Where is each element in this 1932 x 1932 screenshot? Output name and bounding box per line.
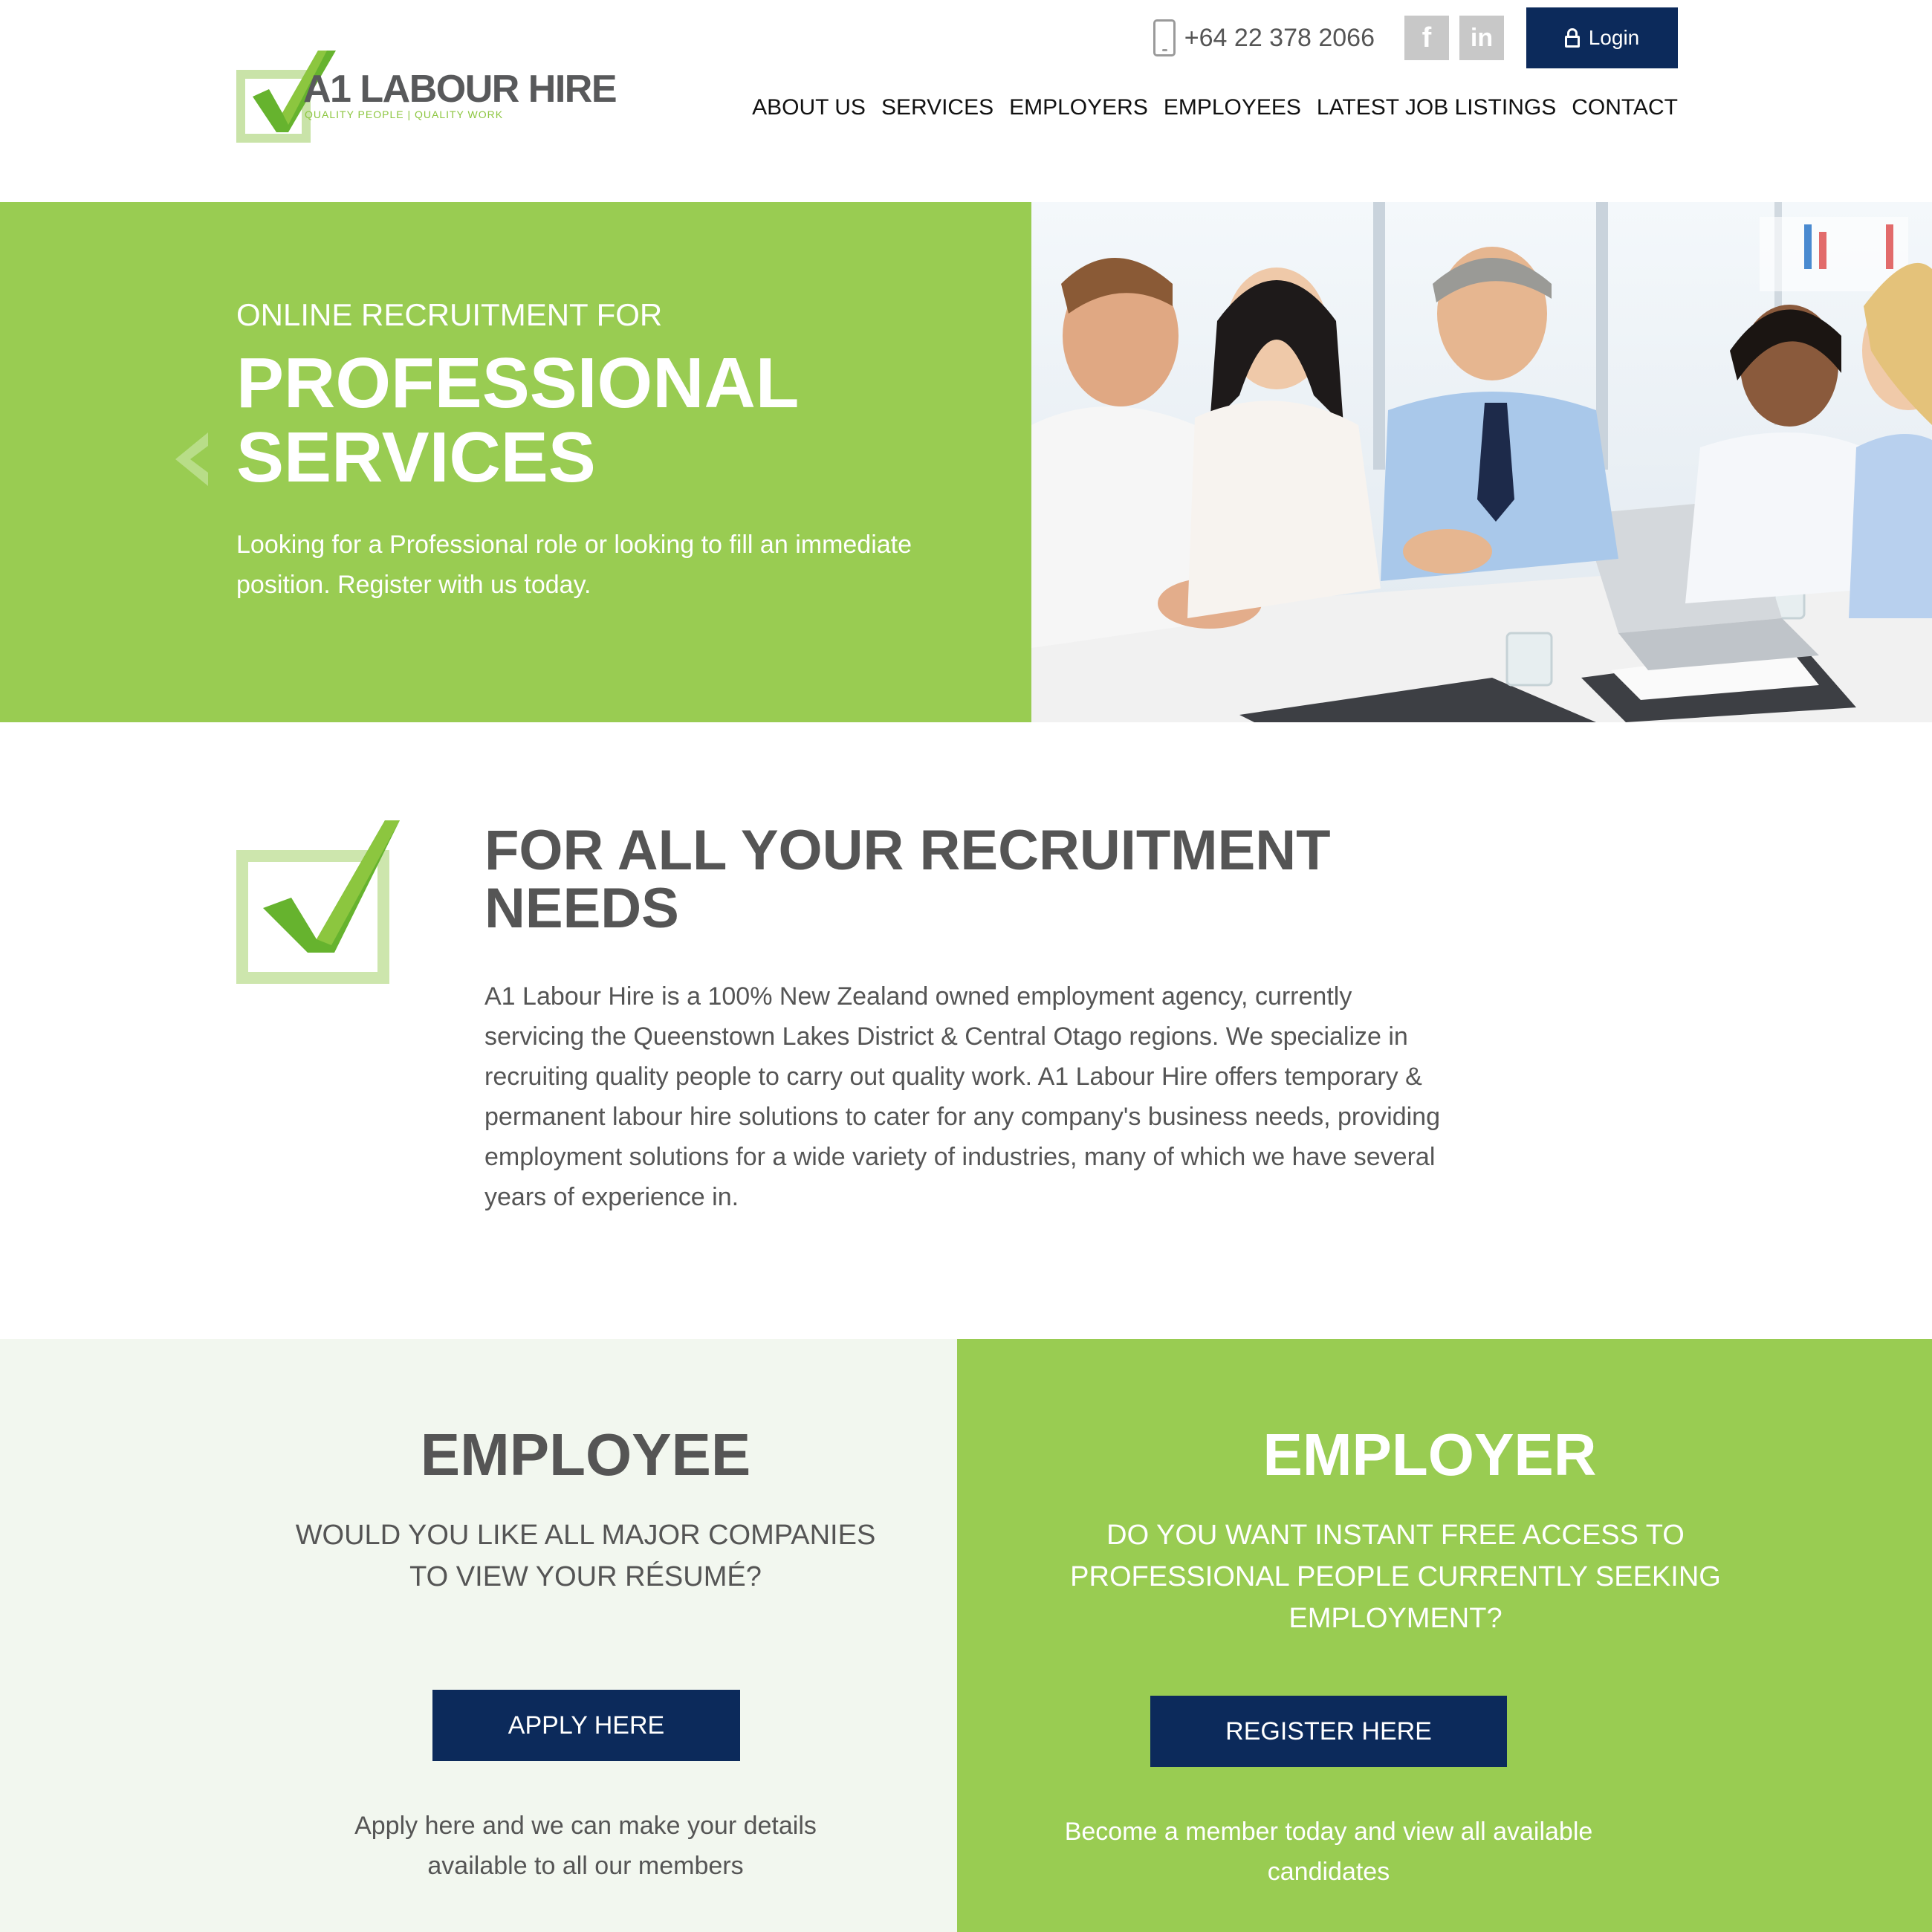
- facebook-icon[interactable]: f: [1404, 16, 1449, 60]
- logo-tagline: QUALITY PEOPLE | QUALITY WORK: [305, 108, 504, 120]
- nav-employers[interactable]: EMPLOYERS: [1009, 95, 1148, 120]
- about-section: FOR ALL YOUR RECRUITMENT NEEDS A1 Labour…: [0, 722, 1932, 1339]
- employer-question: DO YOU WANT INSTANT FREE ACCESS TO PROFE…: [1070, 1520, 1721, 1634]
- phone-number: +64 22 378 2066: [1184, 23, 1375, 52]
- lock-icon: [1564, 28, 1580, 48]
- hero-subtitle: ONLINE RECRUITMENT FOR: [236, 297, 663, 332]
- meeting-photo-illustration: [1031, 202, 1932, 722]
- slider-prev-arrow-icon[interactable]: [175, 432, 211, 486]
- hero-title: PROFESSIONAL SERVICES: [236, 346, 799, 495]
- hero-image-business-meeting: [1031, 202, 1932, 722]
- checkbox-check-icon: [236, 820, 400, 984]
- main-nav: ABOUT US SERVICES EMPLOYERS EMPLOYEES LA…: [736, 95, 1678, 120]
- site-header: A1 LABOUR HIRE QUALITY PEOPLE | QUALITY …: [0, 0, 1932, 202]
- linkedin-icon[interactable]: in: [1459, 16, 1504, 60]
- logo[interactable]: A1 LABOUR HIRE QUALITY PEOPLE | QUALITY …: [236, 51, 617, 143]
- logo-title: A1 LABOUR HIRE: [303, 68, 617, 111]
- hero-description: Looking for a Professional role or looki…: [236, 531, 912, 599]
- nav-services[interactable]: SERVICES: [881, 95, 993, 120]
- about-text: A1 Labour Hire is a 100% New Zealand own…: [484, 982, 1440, 1211]
- register-here-button[interactable]: REGISTER HERE: [1150, 1696, 1507, 1767]
- nav-about-us[interactable]: ABOUT US: [752, 95, 866, 120]
- hero-title-line-2: SERVICES: [236, 418, 596, 497]
- hero-title-line-1: PROFESSIONAL: [236, 343, 800, 423]
- login-button[interactable]: Login: [1526, 7, 1678, 68]
- nav-employees[interactable]: EMPLOYEES: [1164, 95, 1301, 120]
- employer-description: Become a member today and view all avail…: [1064, 1818, 1593, 1886]
- employee-description: Apply here and we can make your details …: [354, 1812, 817, 1880]
- top-bar: +64 22 378 2066 f in Login: [1153, 7, 1678, 68]
- apply-here-button[interactable]: APPLY HERE: [432, 1690, 740, 1761]
- employer-panel: EMPLOYER DO YOU WANT INSTANT FREE ACCESS…: [957, 1339, 1932, 1932]
- login-label: Login: [1588, 26, 1640, 49]
- employee-question: WOULD YOU LIKE ALL MAJOR COMPANIES TO VI…: [295, 1520, 876, 1592]
- employer-title: EMPLOYER: [1262, 1422, 1597, 1488]
- nav-contact[interactable]: CONTACT: [1572, 95, 1678, 120]
- phone-icon: [1153, 19, 1176, 56]
- about-title: FOR ALL YOUR RECRUITMENT NEEDS: [484, 819, 1331, 940]
- hero-slider: ONLINE RECRUITMENT FOR PROFESSIONAL SERV…: [0, 202, 1932, 722]
- phone-contact[interactable]: +64 22 378 2066: [1153, 19, 1375, 56]
- hero-text-panel: ONLINE RECRUITMENT FOR PROFESSIONAL SERV…: [0, 202, 1031, 722]
- employee-panel: EMPLOYEE WOULD YOU LIKE ALL MAJOR COMPAN…: [0, 1339, 957, 1932]
- nav-latest-job-listings[interactable]: LATEST JOB LISTINGS: [1317, 95, 1556, 120]
